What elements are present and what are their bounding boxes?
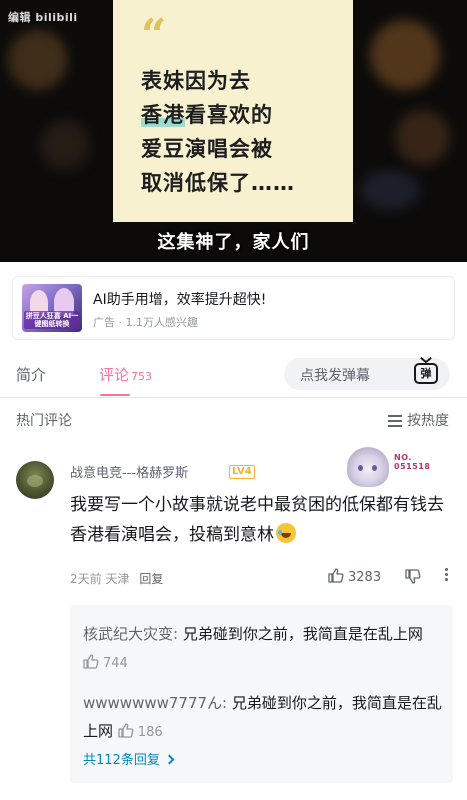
reply-button[interactable]: 回复 <box>139 572 163 586</box>
avatar[interactable] <box>16 461 54 499</box>
comment-username[interactable]: 战意电竞---格赫罗斯 <box>70 462 188 481</box>
like-button[interactable]: 3283 <box>328 568 381 585</box>
fan-number: NO. 051518 <box>394 453 430 471</box>
quote-line: 爱豆演唱会被 <box>141 137 273 161</box>
more-options-icon[interactable] <box>443 566 449 583</box>
video-subtitle: 这集神了，家人们 <box>157 232 310 253</box>
danmaku-input[interactable]: 点我发弹幕 <box>284 358 404 390</box>
reply-text: 兄弟碰到你之前，我简直是在乱上网 <box>182 625 423 643</box>
sort-icon <box>388 415 402 427</box>
ad-thumbnail: 拼豆人狂喜 AI一键图纸转换 <box>22 284 82 332</box>
ad-title[interactable]: AI助手用增，效率提升超快! <box>93 289 266 309</box>
tab-comments-label: 评论 <box>99 366 130 384</box>
active-tab-indicator <box>100 394 130 396</box>
tab-bar: 简介 评论 753 点我发弹幕 弹 <box>0 350 467 398</box>
watermark: 编辑 bilibili <box>8 11 78 24</box>
video-player[interactable]: 编辑 bilibili “ 表妹因为去 香港看喜欢的 爱豆演唱会被 取消低保了…… <box>0 0 467 262</box>
ad-interest: · 1.1万人感兴趣 <box>118 316 199 329</box>
background-light <box>40 120 90 170</box>
fan-badge-chibi <box>347 447 389 487</box>
comment-count: 753 <box>131 370 153 383</box>
comment-time: 2天前 <box>70 572 102 586</box>
reply-thread: 核武纪大灾变: 兄弟碰到你之前，我简直是在乱上网 744 wwwwwww7777… <box>70 605 453 783</box>
thumbs-up-icon <box>328 568 344 583</box>
danmaku-button[interactable]: 弹 <box>404 358 450 390</box>
ad-card[interactable]: 拼豆人狂喜 AI一键图纸转换 AI助手用增，效率提升超快! 广告 · 1.1万人… <box>12 276 455 340</box>
laugh-cry-emoji-icon <box>276 523 296 543</box>
danmaku-tv-icon: 弹 <box>414 363 438 384</box>
sort-by-hot-button[interactable]: 按热度 <box>388 410 449 430</box>
fan-number-label: NO. <box>394 453 412 462</box>
reply-like-count: 186 <box>137 725 163 740</box>
hot-comments-title: 热门评论 <box>16 413 72 429</box>
ad-thumbnail-caption: 拼豆人狂喜 AI一键图纸转换 <box>24 311 80 329</box>
ad-label: 广告 <box>93 316 115 329</box>
quote-line: 取消低保了…… <box>141 171 295 195</box>
reply-item[interactable]: wwwwwww7777ん: 兄弟碰到你之前，我简直是在乱上网 186 <box>83 689 443 747</box>
quote-line-rest: 看喜欢的 <box>185 103 273 127</box>
background-light <box>360 170 420 210</box>
reply-username[interactable]: wwwwwww7777ん: <box>83 694 227 712</box>
ad-meta: 广告 · 1.1万人感兴趣 <box>93 314 198 330</box>
quote-card: “ 表妹因为去 香港看喜欢的 爱豆演唱会被 取消低保了…… <box>113 0 353 222</box>
quote-line: 表妹因为去 <box>141 69 251 93</box>
reply-username[interactable]: 核武纪大灾变: <box>83 625 178 643</box>
background-light <box>370 20 440 90</box>
background-light <box>395 110 450 165</box>
reply-like-count: 744 <box>103 656 128 671</box>
level-badge: LV4 <box>229 465 255 479</box>
view-all-label: 共112条回复 <box>83 753 160 768</box>
quote-icon: “ <box>141 10 166 61</box>
thumbs-up-icon <box>83 654 99 669</box>
thumbs-down-icon[interactable] <box>405 569 421 584</box>
reply-like[interactable]: 186 <box>118 723 163 740</box>
quote-line: 香港看喜欢的 <box>141 98 353 132</box>
fan-badge[interactable]: NO. 051518 <box>344 445 448 489</box>
reply-like[interactable]: 744 <box>83 654 128 671</box>
comment-text: 我要写一个小故事就说老中最贫困的低保都有钱去香港看演唱会，投稿到意林 <box>70 490 450 550</box>
tab-intro[interactable]: 简介 <box>16 364 46 385</box>
comment-location: 天津 <box>105 572 130 586</box>
thumbs-up-icon <box>118 723 134 738</box>
chevron-right-icon <box>164 754 175 765</box>
tab-comments[interactable]: 评论 753 <box>99 364 152 385</box>
background-light <box>8 30 68 90</box>
sort-label: 按热度 <box>407 413 449 429</box>
like-count: 3283 <box>348 570 382 585</box>
view-all-replies-link[interactable]: 共112条回复 <box>83 749 175 768</box>
quote-highlight: 香港 <box>141 103 185 127</box>
fan-number-value: 051518 <box>394 462 431 471</box>
comment-meta: 2天前 天津 回复 <box>70 570 163 587</box>
reply-item[interactable]: 核武纪大灾变: 兄弟碰到你之前，我简直是在乱上网 744 <box>83 620 443 678</box>
comment-body: 我要写一个小故事就说老中最贫困的低保都有钱去香港看演唱会，投稿到意林 <box>70 495 444 545</box>
